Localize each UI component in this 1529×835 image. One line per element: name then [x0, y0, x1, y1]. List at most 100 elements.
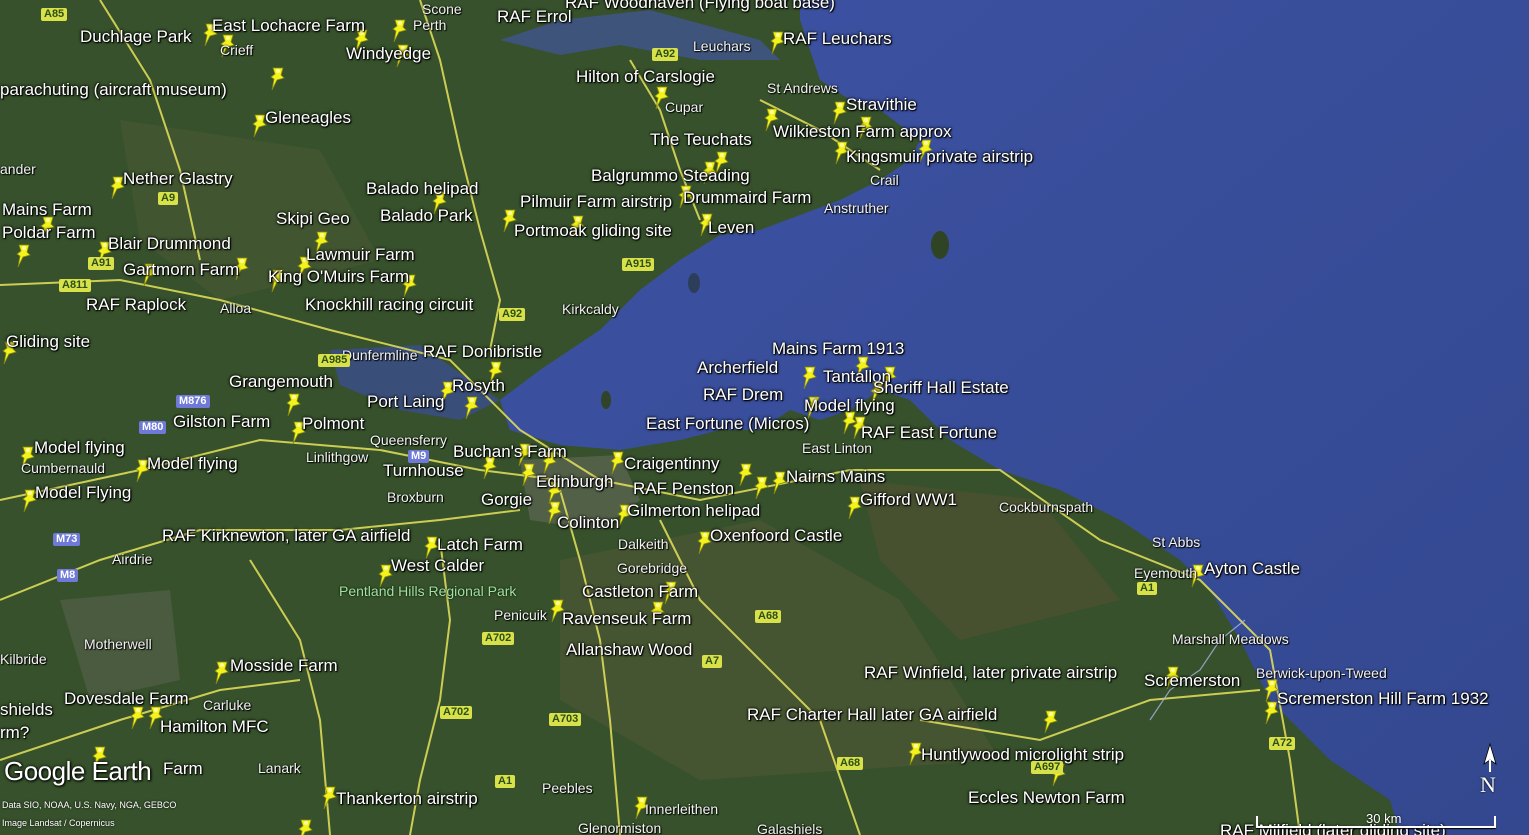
placemark-label[interactable]: Model Flying: [35, 484, 131, 502]
placemark-label[interactable]: Sheriff Hall Estate: [873, 379, 1009, 397]
placemark-label[interactable]: Gliding site: [6, 333, 90, 351]
placemark-label[interactable]: Buchan's Farm: [453, 443, 567, 461]
placemark-label[interactable]: Allanshaw Wood: [566, 641, 692, 659]
placemark-label[interactable]: Scremerston Hill Farm 1932: [1277, 690, 1489, 708]
pushpin-icon[interactable]: [462, 395, 484, 421]
placemark-label[interactable]: Scremerston: [1144, 672, 1240, 690]
placemark-label[interactable]: Skipi Geo: [276, 210, 350, 228]
imagery-credit: Image Landsat / Copernicus: [2, 818, 115, 828]
placemark-label[interactable]: Lawmuir Farm: [306, 246, 415, 264]
inchkeith: [601, 391, 611, 409]
placemark-label[interactable]: RAF Charter Hall later GA airfield: [747, 706, 997, 724]
town-label: Linlithgow: [306, 449, 369, 465]
placemark-label[interactable]: Archerfield: [697, 359, 778, 377]
placemark-label[interactable]: Mosside Farm: [230, 657, 338, 675]
placemark-label[interactable]: Farm: [163, 760, 203, 778]
town-label: Scone: [422, 1, 462, 17]
placemark-label[interactable]: Blair Drummond: [108, 235, 231, 253]
compass-north-icon[interactable]: N: [1476, 742, 1504, 800]
pushpin-icon[interactable]: [268, 66, 290, 92]
placemark-label[interactable]: Colinton: [557, 514, 619, 532]
placemark-label[interactable]: RAF East Fortune: [861, 424, 997, 442]
placemark-label[interactable]: West Calder: [391, 557, 484, 575]
placemark-label[interactable]: RAF Raplock: [86, 296, 186, 314]
placemark-label[interactable]: Dovesdale Farm: [64, 690, 189, 708]
pushpin-icon[interactable]: [14, 243, 36, 269]
placemark-label[interactable]: Gartmorn Farm: [123, 261, 239, 279]
pushpin-icon[interactable]: [296, 818, 318, 835]
placemark-label[interactable]: Pilmuir Farm airstrip: [520, 193, 672, 211]
placemark-label[interactable]: Gilston Farm: [173, 413, 270, 431]
placemark-label[interactable]: Duchlage Park: [80, 28, 192, 46]
placemark-label[interactable]: Gilmerton helipad: [627, 502, 760, 520]
placemark-label[interactable]: Polmont: [302, 415, 364, 433]
placemark-label[interactable]: East Fortune (Micros): [646, 415, 809, 433]
placemark-label[interactable]: Mains Farm: [2, 201, 92, 219]
placemark-label[interactable]: Gleneagles: [265, 109, 351, 127]
placemark-label[interactable]: Drummaird Farm: [683, 189, 811, 207]
map-view[interactable]: Duchlage Park East Lochacre Farm Windyedge…: [0, 0, 1529, 835]
placemark-label[interactable]: Huntlywood microlight strip: [921, 746, 1124, 764]
placemark-label[interactable]: Turnhouse: [383, 462, 464, 480]
placemark-label[interactable]: RAF Winfield, later private airstrip: [864, 664, 1117, 682]
pushpin-icon[interactable]: [800, 365, 822, 391]
placemark-label[interactable]: RAF Woodhaven (Flying boat base): [565, 0, 835, 12]
placemark-label[interactable]: Gorgie: [481, 491, 532, 509]
placemark-label[interactable]: Model flying: [34, 439, 125, 457]
bass-rock: [688, 273, 700, 293]
road-shield: A703: [549, 713, 582, 726]
placemark-label[interactable]: RAF Leuchars: [783, 30, 892, 48]
placemark-label[interactable]: Rosyth: [452, 377, 505, 395]
placemark-label[interactable]: The Teuchats: [650, 131, 752, 149]
placemark-label[interactable]: Stravithie: [846, 96, 917, 114]
town-label: Innerleithen: [645, 801, 719, 817]
placemark-label[interactable]: RAF Donibristle: [423, 343, 542, 361]
placemark-label[interactable]: Windyedge: [346, 45, 431, 63]
placemark-label[interactable]: Ayton Castle: [1204, 560, 1300, 578]
pushpin-icon[interactable]: [390, 18, 412, 44]
placemark-label[interactable]: Latch Farm: [437, 536, 523, 554]
placemark-label[interactable]: Model flying: [147, 455, 238, 473]
placemark-label[interactable]: Knockhill racing circuit: [305, 296, 473, 314]
town-label: ander: [0, 161, 36, 177]
placemark-label[interactable]: Wilkieston Farm approx: [773, 123, 952, 141]
placemark-label[interactable]: RAF Errol: [497, 8, 572, 26]
placemark-label[interactable]: Gifford WW1: [860, 491, 957, 509]
pushpin-icon[interactable]: [1041, 709, 1063, 735]
placemark-label[interactable]: Edinburgh: [536, 473, 614, 491]
placemark-label[interactable]: Ravenseuk Farm: [562, 610, 691, 628]
placemark-label[interactable]: Port Laing: [367, 393, 445, 411]
placemark-label[interactable]: Castleton Farm: [582, 583, 698, 601]
placemark-label[interactable]: Eccles Newton Farm: [968, 789, 1125, 807]
google-earth-logo: Google Earth: [4, 756, 152, 786]
imagery-credit: Data SIO, NOAA, U.S. Navy, NGA, GEBCO: [2, 800, 177, 810]
placemark-label[interactable]: Craigentinny: [624, 455, 719, 473]
road-shield: M80: [139, 421, 167, 434]
placemark-label[interactable]: RAF Penston: [633, 480, 734, 498]
placemark-label[interactable]: Oxenfoord Castle: [710, 527, 842, 545]
placemark-label[interactable]: parachuting (aircraft museum): [0, 81, 227, 99]
placemark-label[interactable]: Nairns Mains: [786, 468, 885, 486]
placemark-label[interactable]: Kingsmuir private airstrip: [846, 148, 1033, 166]
placemark-label[interactable]: RAF Kirknewton, later GA airfield: [162, 527, 410, 545]
placemark-label[interactable]: Balado helipad: [366, 180, 478, 198]
placemark-label[interactable]: King O'Muirs Farm: [268, 268, 409, 286]
placemark-label[interactable]: Portmoak gliding site: [514, 222, 672, 240]
placemark-label[interactable]: Balgrummo Steading: [591, 167, 750, 185]
placemark-label[interactable]: Mains Farm 1913: [772, 340, 904, 358]
placemark-label[interactable]: Hilton of Carslogie: [576, 68, 715, 86]
placemark-label[interactable]: RAF Drem: [703, 386, 783, 404]
placemark-label[interactable]: shields: [0, 701, 53, 719]
placemark-label[interactable]: Thankerton airstrip: [336, 790, 478, 808]
road-shield: A72: [1269, 737, 1296, 750]
town-label: Glenormiston: [578, 820, 662, 835]
placemark-label[interactable]: Model flying: [804, 397, 895, 415]
placemark-label[interactable]: Poldar Farm: [2, 224, 96, 242]
placemark-label[interactable]: Grangemouth: [229, 373, 333, 391]
placemark-label[interactable]: Leven: [708, 219, 754, 237]
placemark-label[interactable]: Balado Park: [380, 207, 473, 225]
placemark-label[interactable]: East Lochacre Farm: [212, 17, 365, 35]
placemark-label[interactable]: rm?: [0, 724, 29, 742]
placemark-label[interactable]: Hamilton MFC: [160, 718, 269, 736]
placemark-label[interactable]: Nether Glastry: [123, 170, 233, 188]
